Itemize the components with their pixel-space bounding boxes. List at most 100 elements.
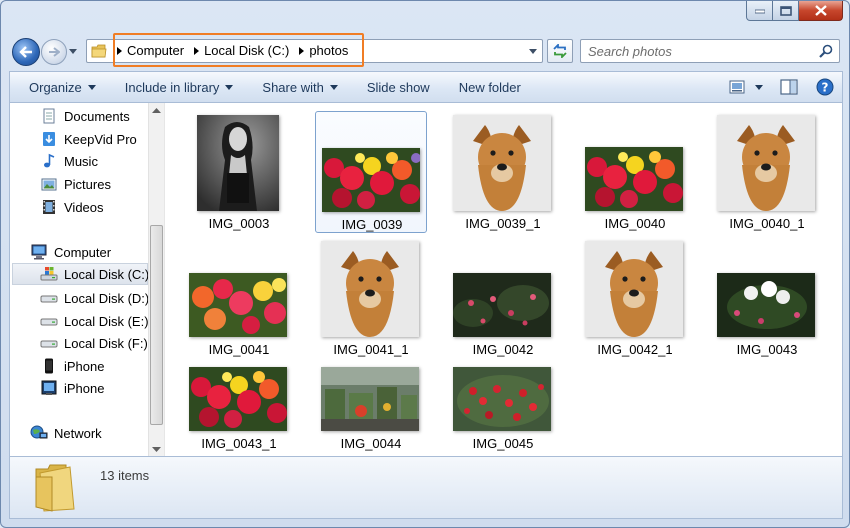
- view-controls: ?: [726, 72, 842, 102]
- videos-icon: [40, 198, 58, 216]
- minimize-button[interactable]: [746, 1, 773, 21]
- forward-arrow-icon: [49, 47, 60, 57]
- forward-button[interactable]: [41, 39, 67, 65]
- navigation-scrollbar[interactable]: [148, 103, 164, 456]
- file-item[interactable]: IMG_0042_1: [579, 237, 691, 359]
- nav-item-videos[interactable]: Videos: [40, 196, 104, 218]
- file-item[interactable]: IMG_0003: [183, 111, 295, 233]
- share-with-label: Share with: [262, 79, 324, 95]
- file-list: IMG_0003 IMG_0039 IMG_0039_1 IMG_0040 IM…: [164, 103, 843, 456]
- file-name: IMG_0043: [736, 342, 798, 357]
- nav-item-label: Local Disk (E:): [64, 313, 149, 329]
- windows-drive-icon: [40, 265, 58, 283]
- back-arrow-icon: [19, 46, 32, 58]
- svg-text:?: ?: [822, 81, 829, 95]
- nav-item-local-disk-e[interactable]: Local Disk (E:): [40, 310, 149, 332]
- nav-item-music[interactable]: Music: [40, 150, 98, 172]
- explorer-window: Computer Local Disk (C:) photos Search p…: [0, 0, 850, 528]
- file-name: IMG_0043_1: [201, 436, 277, 451]
- file-name: IMG_0039_1: [465, 216, 541, 231]
- nav-item-local-disk-f[interactable]: Local Disk (F:): [40, 332, 148, 354]
- nav-item-label: Computer: [54, 244, 112, 260]
- breadcrumb-computer[interactable]: Computer: [125, 40, 190, 62]
- nav-item-pictures[interactable]: Pictures: [40, 173, 111, 195]
- file-item[interactable]: IMG_0041_1: [315, 237, 427, 359]
- file-item[interactable]: IMG_0040_1: [711, 111, 823, 233]
- recent-pages-button[interactable]: [68, 46, 78, 56]
- scroll-down-icon[interactable]: [152, 447, 161, 452]
- thumbnail-dog: [453, 115, 551, 211]
- file-name: IMG_0003: [208, 216, 270, 231]
- minimize-icon: [754, 9, 765, 13]
- new-folder-button[interactable]: New folder: [440, 72, 531, 102]
- computer-icon: [30, 243, 48, 261]
- share-with-menu[interactable]: Share with: [243, 72, 347, 102]
- close-button[interactable]: [799, 1, 843, 21]
- breadcrumb-photos[interactable]: photos: [307, 40, 354, 62]
- organize-menu[interactable]: Organize: [10, 72, 106, 102]
- include-in-library-menu[interactable]: Include in library: [106, 72, 244, 102]
- file-item[interactable]: IMG_0042: [447, 237, 559, 359]
- nav-item-label: Local Disk (D:): [64, 290, 150, 306]
- thumbnail-white-flowers: [717, 273, 815, 337]
- music-icon: [40, 152, 58, 170]
- file-name: IMG_0040: [604, 216, 666, 231]
- chevron-down-icon: [755, 84, 763, 90]
- thumbnail-market: [321, 367, 419, 431]
- nav-item-documents[interactable]: Documents: [40, 105, 130, 127]
- chevron-down-icon: [87, 84, 96, 90]
- nav-item-iphone[interactable]: iPhone: [40, 355, 104, 377]
- nav-item-computer[interactable]: Computer: [30, 241, 111, 263]
- thumbnail-dog: [321, 241, 419, 337]
- file-name: IMG_0041: [208, 342, 270, 357]
- drive-icon: [40, 289, 58, 307]
- drive-icon: [40, 312, 58, 330]
- scrollbar-thumb[interactable]: [150, 225, 163, 425]
- breadcrumb-arrow-icon[interactable]: [113, 40, 125, 62]
- slide-show-button[interactable]: Slide show: [348, 72, 440, 102]
- thumbnail-flowers: [189, 273, 287, 337]
- view-options-button[interactable]: [748, 72, 770, 102]
- file-name: IMG_0044: [340, 436, 402, 451]
- keepvid-icon: [40, 130, 58, 148]
- nav-item-label: iPhone: [64, 358, 105, 374]
- file-item[interactable]: IMG_0040: [579, 111, 691, 233]
- breadcrumb-arrow-icon[interactable]: [295, 40, 307, 62]
- file-item[interactable]: IMG_0043: [711, 237, 823, 359]
- search-box[interactable]: [580, 39, 840, 63]
- file-name: IMG_0040_1: [729, 216, 805, 231]
- nav-item-local-disk-c[interactable]: Local Disk (C:): [12, 263, 149, 285]
- breadcrumb-arrow-icon[interactable]: [190, 40, 202, 62]
- breadcrumb: Computer Local Disk (C:) photos: [113, 40, 354, 62]
- address-dropdown-icon[interactable]: [529, 47, 537, 55]
- nav-item-label: iPhone: [64, 380, 105, 396]
- change-view-button[interactable]: [726, 72, 748, 102]
- refresh-button[interactable]: [547, 39, 573, 63]
- folder-icon: [35, 464, 75, 512]
- nav-item-network[interactable]: Network: [30, 422, 102, 444]
- maximize-button[interactable]: [773, 1, 799, 21]
- file-item[interactable]: IMG_0041: [183, 237, 295, 359]
- back-button[interactable]: [12, 38, 40, 66]
- file-item[interactable]: IMG_0039_1: [447, 111, 559, 233]
- nav-item-label: Music: [64, 153, 98, 169]
- address-bar[interactable]: Computer Local Disk (C:) photos: [86, 39, 543, 63]
- nav-item-label: KeepVid Pro: [64, 131, 137, 147]
- help-button[interactable]: ?: [808, 72, 842, 102]
- details-pane: 13 items: [9, 456, 843, 519]
- breadcrumb-local-disk-c[interactable]: Local Disk (C:): [202, 40, 295, 62]
- close-icon: [814, 5, 827, 16]
- command-bar: Organize Include in library Share with S…: [9, 71, 843, 103]
- scroll-up-icon[interactable]: [152, 108, 161, 113]
- thumbnail-portrait: [197, 115, 279, 211]
- nav-item-label: Documents: [64, 108, 130, 124]
- thumbnail-red-berries: [453, 367, 551, 431]
- file-item-selected[interactable]: IMG_0039: [315, 111, 427, 233]
- nav-item-iphone-camera[interactable]: iPhone: [40, 377, 104, 399]
- include-in-library-label: Include in library: [124, 79, 220, 95]
- search-input[interactable]: [588, 42, 813, 60]
- nav-item-keepvid-pro[interactable]: KeepVid Pro: [40, 128, 137, 150]
- search-icon[interactable]: [819, 44, 833, 58]
- nav-item-local-disk-d[interactable]: Local Disk (D:): [40, 287, 149, 309]
- preview-pane-button[interactable]: [770, 72, 808, 102]
